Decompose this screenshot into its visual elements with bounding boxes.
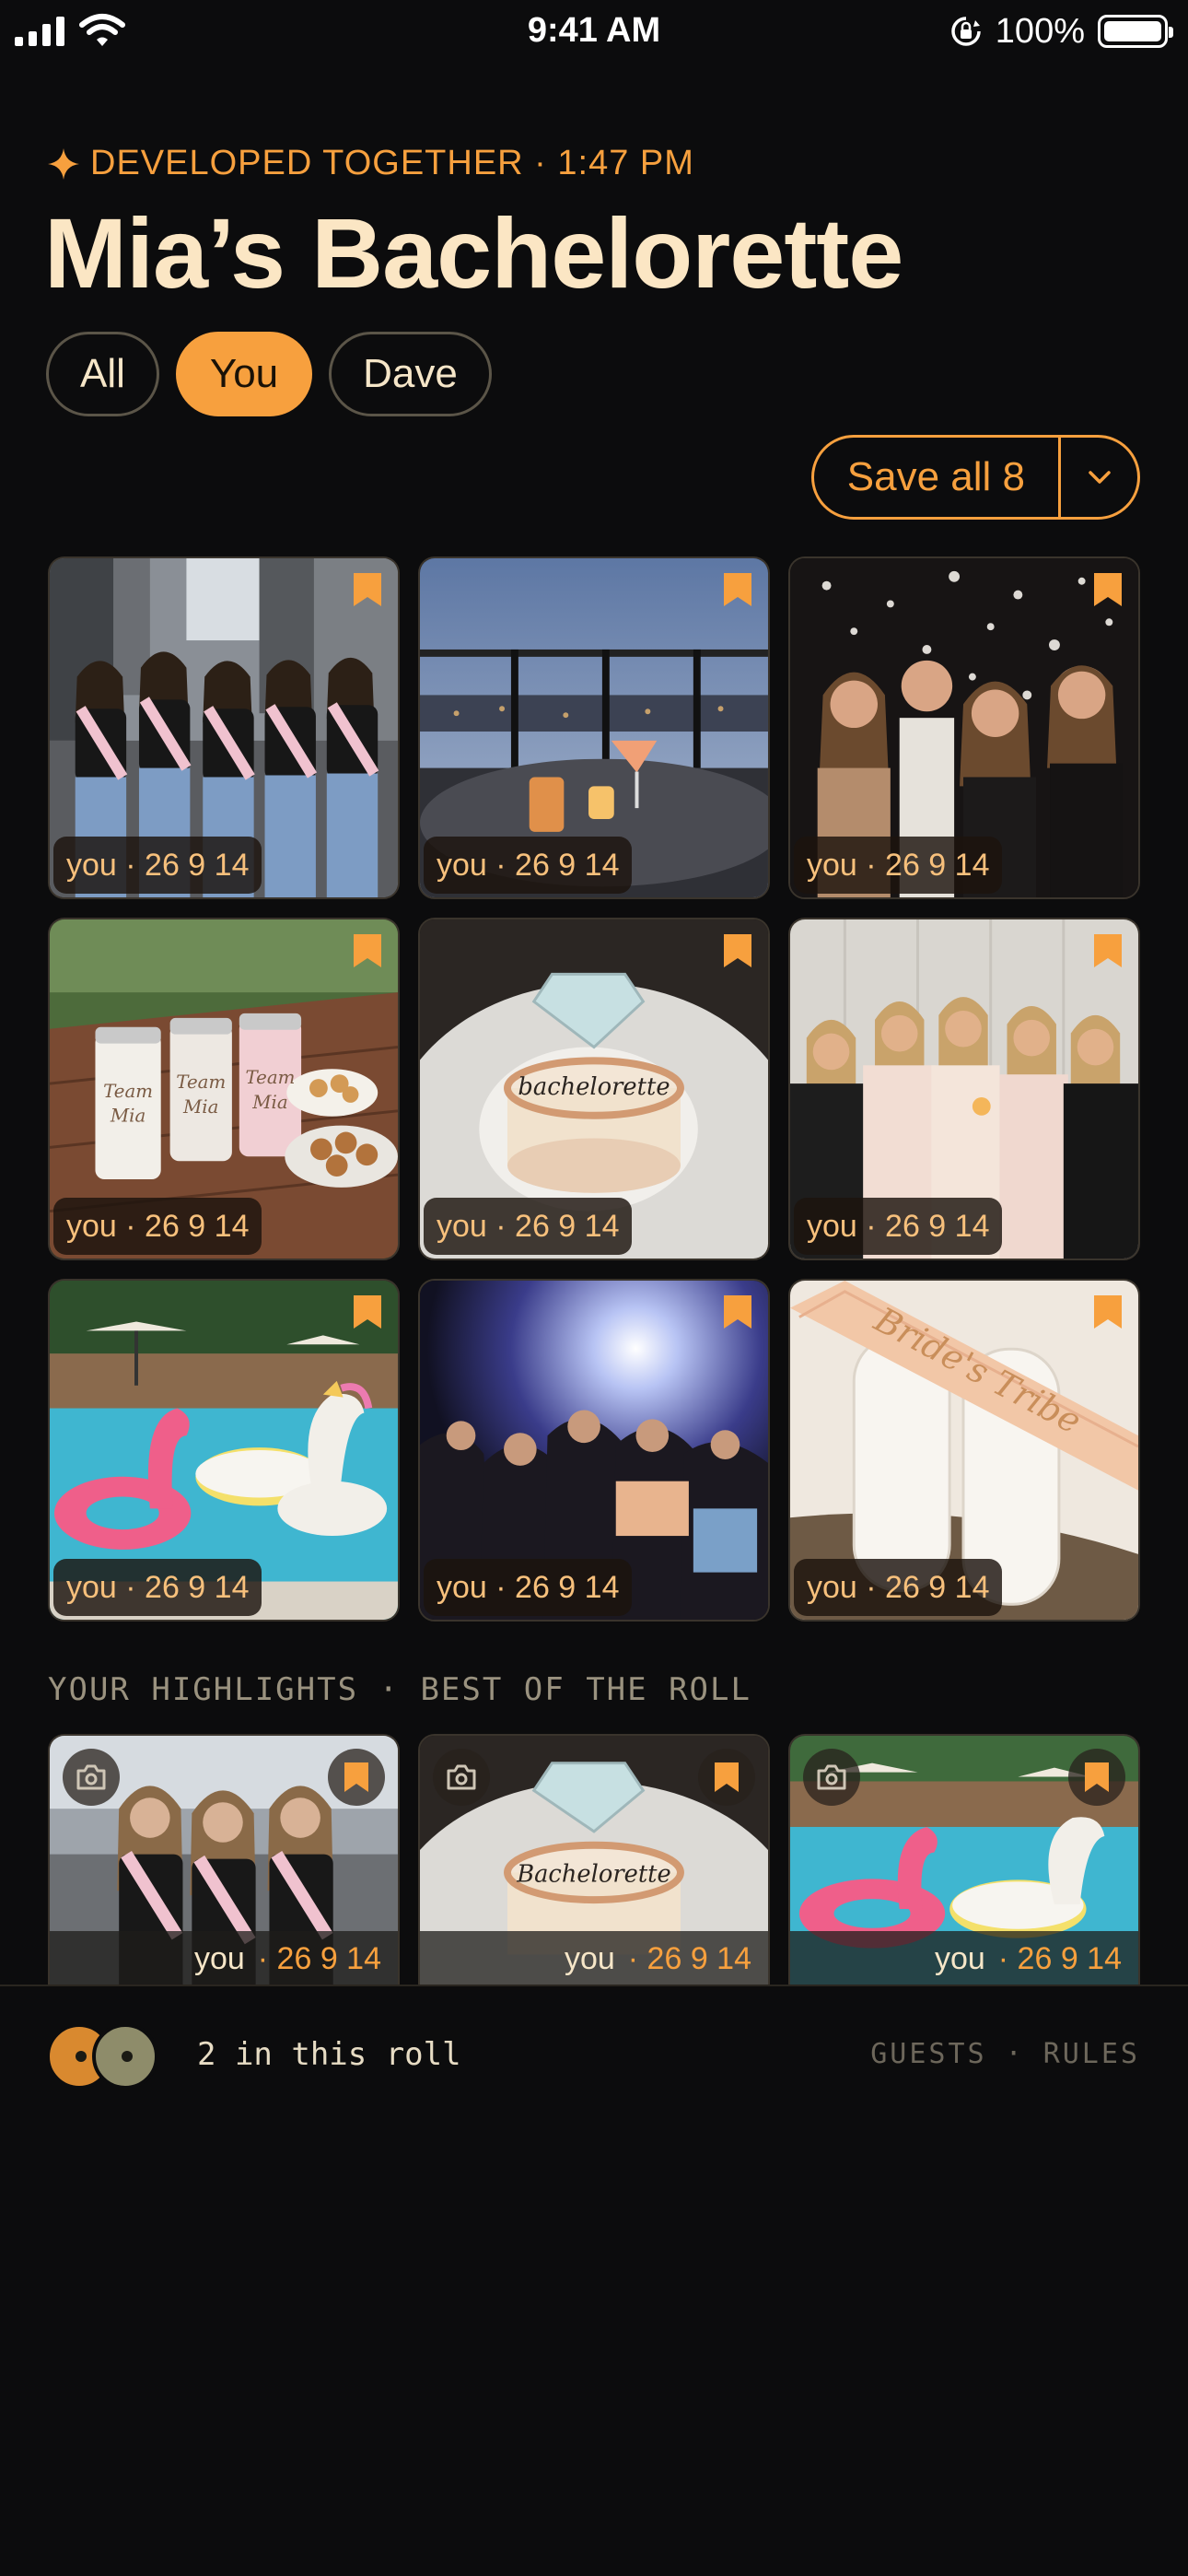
session-eyebrow: DEVELOPED TOGETHER · 1:47 PM — [48, 144, 694, 183]
photo-tile[interactable]: you · 26 9 14 — [48, 1279, 400, 1622]
highlight-tile[interactable]: Bachelorette you · 26 9 14 — [418, 1734, 770, 1985]
highlight-owner: you — [934, 1940, 985, 1976]
bookmark-icon[interactable] — [1094, 573, 1122, 606]
bookmark-icon — [1085, 1762, 1109, 1792]
highlights-title: YOUR HIGHLIGHTS · BEST OF THE ROLL — [48, 1671, 751, 1708]
rules-link[interactable]: RULES — [1043, 2038, 1140, 2070]
bookmark-icon[interactable] — [354, 573, 381, 606]
save-options-dropdown[interactable] — [1058, 438, 1137, 517]
highlights-carousel[interactable]: you · 26 9 14 Bachelorette you · 26 9 14 — [48, 1734, 1140, 1985]
photo-tile[interactable]: Bride's Tribe you · 26 9 14 — [788, 1279, 1140, 1622]
battery-icon — [1098, 15, 1173, 48]
filter-chip-dave[interactable]: Dave — [329, 332, 492, 416]
bookmark-icon[interactable] — [354, 934, 381, 967]
photo-tile[interactable]: you · 26 9 14 — [418, 556, 770, 899]
tumbler-text: Team — [103, 1081, 153, 1102]
camera-badge — [433, 1749, 490, 1806]
battery-percentage: 100% — [995, 11, 1085, 51]
save-all-split-button: Save all 8 — [810, 435, 1140, 520]
highlight-caption: you · 26 9 14 — [420, 1931, 768, 1985]
photo-tile[interactable]: Team Mia Team Mia Team Mia you · 26 9 14 — [48, 918, 400, 1260]
photo-caption: you · 26 9 14 — [53, 1559, 262, 1616]
status-bar: 9:41 AM 100% — [0, 0, 1188, 64]
filter-chip-all[interactable]: All — [46, 332, 159, 416]
guests-link[interactable]: GUESTS — [870, 2038, 986, 2070]
cake-text: bachelorette — [518, 1073, 670, 1101]
camera-icon — [447, 1764, 476, 1790]
highlight-tile[interactable]: you · 26 9 14 — [788, 1734, 1140, 1985]
photo-grid: you · 26 9 14 you · 26 9 14 you · 26 9 1… — [48, 556, 1140, 1622]
page-title: Mia’s Bachelorette — [44, 197, 903, 309]
footer-links: GUESTS · RULES — [870, 2038, 1140, 2070]
sparkle-icon — [48, 147, 79, 180]
photo-tile[interactable]: you · 26 9 14 — [788, 918, 1140, 1260]
tumbler-text: Team — [246, 1067, 296, 1088]
save-all-button[interactable]: Save all 8 — [814, 438, 1058, 517]
tumbler-text: Mia — [110, 1106, 146, 1127]
photo-caption: you · 26 9 14 — [53, 837, 262, 894]
highlight-meta: · 26 9 14 — [997, 1940, 1122, 1976]
highlight-owner: you — [193, 1940, 245, 1976]
photo-tile[interactable]: you · 26 9 14 — [418, 1279, 770, 1622]
photo-caption: you · 26 9 14 — [424, 1198, 633, 1255]
chevron-down-icon — [1088, 471, 1111, 484]
photo-caption: you · 26 9 14 — [424, 1559, 633, 1616]
tumbler-text: Team — [176, 1071, 226, 1093]
highlight-caption: you · 26 9 14 — [790, 1931, 1138, 1985]
bookmark-icon[interactable] — [354, 1295, 381, 1329]
photo-tile[interactable]: you · 26 9 14 — [48, 556, 400, 899]
photo-caption: you · 26 9 14 — [424, 837, 633, 894]
avatar — [92, 2023, 158, 2090]
camera-icon — [817, 1764, 846, 1790]
tumbler-text: Mia — [251, 1092, 287, 1113]
bookmark-icon[interactable] — [1094, 1295, 1122, 1329]
highlight-meta: · 26 9 14 — [627, 1940, 751, 1976]
footer-divider — [0, 1985, 1188, 1986]
camera-badge — [63, 1749, 120, 1806]
bookmark-icon — [715, 1762, 739, 1792]
camera-icon — [76, 1764, 106, 1790]
bookmark-icon[interactable] — [724, 934, 751, 967]
photo-caption: you · 26 9 14 — [53, 1198, 262, 1255]
bookmark-icon[interactable] — [1094, 934, 1122, 967]
cake-text: Bachelorette — [516, 1860, 671, 1888]
filter-chips: All You Dave — [46, 332, 492, 416]
participant-avatars[interactable] — [46, 2023, 166, 2090]
highlight-tile[interactable]: you · 26 9 14 — [48, 1734, 400, 1985]
photo-tile[interactable]: bachelorette you · 26 9 14 — [418, 918, 770, 1260]
bookmark-button[interactable] — [698, 1749, 755, 1806]
photo-caption: you · 26 9 14 — [794, 837, 1003, 894]
link-separator: · — [1005, 2038, 1025, 2070]
highlight-caption: you · 26 9 14 — [50, 1931, 398, 1985]
filter-chip-you[interactable]: You — [175, 332, 313, 416]
bookmark-icon[interactable] — [724, 1295, 751, 1329]
photo-caption: you · 26 9 14 — [794, 1198, 1003, 1255]
tumbler-text: Mia — [182, 1096, 218, 1118]
roll-count: 2 in this roll — [197, 2036, 461, 2073]
bookmark-icon — [344, 1762, 368, 1792]
highlight-owner: you — [564, 1940, 615, 1976]
eyebrow-text: DEVELOPED TOGETHER · 1:47 PM — [90, 144, 694, 182]
bookmark-button[interactable] — [1068, 1749, 1125, 1806]
camera-badge — [803, 1749, 860, 1806]
bookmark-icon[interactable] — [724, 573, 751, 606]
bookmark-button[interactable] — [328, 1749, 385, 1806]
photo-tile[interactable]: you · 26 9 14 — [788, 556, 1140, 899]
highlight-meta: · 26 9 14 — [257, 1940, 381, 1976]
photo-caption: you · 26 9 14 — [794, 1559, 1003, 1616]
orientation-lock-icon — [951, 17, 981, 46]
